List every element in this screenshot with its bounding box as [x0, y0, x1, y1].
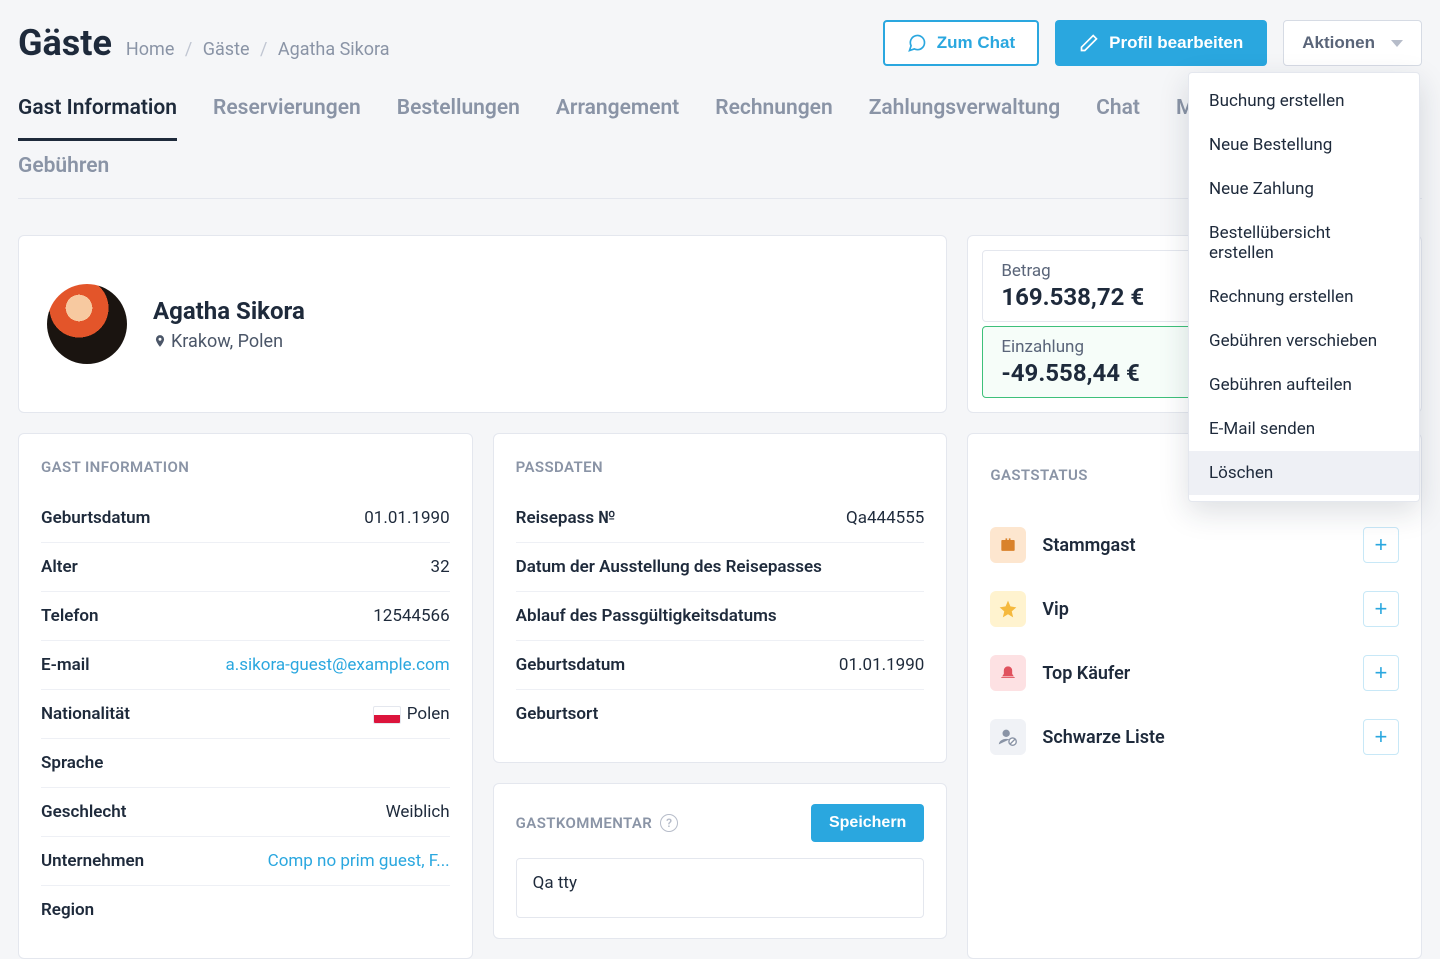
flag-pl-icon [373, 706, 401, 724]
dropdown-item-bestellübersicht-erstellen[interactable]: Bestellübersicht erstellen [1189, 211, 1419, 275]
tab-gast-information[interactable]: Gast Information [18, 96, 177, 141]
add-vip-button[interactable]: + [1363, 591, 1399, 627]
suitcase-icon [990, 527, 1026, 563]
add-stammgast-button[interactable]: + [1363, 527, 1399, 563]
guest-comment-card: GASTKOMMENTAR ? Speichern Qa tty [493, 783, 948, 939]
breadcrumb: Home / Gäste / Agatha Sikora [126, 39, 390, 60]
guest-info-card: GAST INFORMATION Geburtsdatum01.01.1990 … [18, 433, 473, 959]
dropdown-item-gebühren-aufteilen[interactable]: Gebühren aufteilen [1189, 363, 1419, 407]
star-icon [990, 591, 1026, 627]
tab-reservierungen[interactable]: Reservierungen [213, 96, 361, 141]
actions-dropdown: Buchung erstellenNeue BestellungNeue Zah… [1188, 72, 1420, 502]
status-row-top-käufer: Top Käufer+ [990, 641, 1399, 705]
page-title: Gäste [18, 22, 112, 64]
add-schwarze-liste-button[interactable]: + [1363, 719, 1399, 755]
user-block-icon [990, 719, 1026, 755]
guest-company[interactable]: Comp no prim guest, F... [268, 851, 450, 871]
save-comment-button[interactable]: Speichern [811, 804, 924, 842]
dropdown-item-gebühren-verschieben[interactable]: Gebühren verschieben [1189, 319, 1419, 363]
dropdown-item-e-mail-senden[interactable]: E-Mail senden [1189, 407, 1419, 451]
dropdown-item-rechnung-erstellen[interactable]: Rechnung erstellen [1189, 275, 1419, 319]
pencil-icon [1079, 33, 1099, 53]
tab-zahlungsverwaltung[interactable]: Zahlungsverwaltung [869, 96, 1060, 141]
add-top-käufer-button[interactable]: + [1363, 655, 1399, 691]
guest-name: Agatha Sikora [153, 297, 305, 325]
guest-gender: Weiblich [386, 802, 450, 822]
actions-dropdown-button[interactable]: Aktionen [1283, 20, 1422, 66]
breadcrumb-guests[interactable]: Gäste [203, 39, 250, 60]
guest-birthdate: 01.01.1990 [364, 508, 449, 528]
breadcrumb-current: Agatha Sikora [278, 39, 390, 60]
to-chat-button[interactable]: Zum Chat [883, 20, 1039, 66]
dropdown-item-neue-zahlung[interactable]: Neue Zahlung [1189, 167, 1419, 211]
dropdown-item-löschen[interactable]: Löschen [1189, 451, 1419, 495]
avatar [47, 284, 127, 364]
tab-chat[interactable]: Chat [1096, 96, 1140, 141]
bell-icon [990, 655, 1026, 691]
tab-bestellungen[interactable]: Bestellungen [397, 96, 520, 141]
pin-icon [153, 334, 167, 348]
status-row-schwarze-liste: Schwarze Liste+ [990, 705, 1399, 769]
guest-age: 32 [431, 557, 450, 577]
tab-gebühren[interactable]: Gebühren [18, 154, 109, 199]
help-icon[interactable]: ? [660, 814, 678, 832]
breadcrumb-home[interactable]: Home [126, 39, 174, 60]
passport-number: Qa444555 [846, 508, 924, 528]
tab-arrangement[interactable]: Arrangement [556, 96, 679, 141]
chat-icon [907, 33, 927, 53]
guest-nationality: Polen [373, 704, 450, 724]
edit-profile-button[interactable]: Profil bearbeiten [1055, 20, 1267, 66]
profile-card: Agatha Sikora Krakow, Polen [18, 235, 947, 413]
passport-card: PASSDATEN Reisepass №Qa444555 Datum der … [493, 433, 948, 763]
passport-birthdate: 01.01.1990 [839, 655, 924, 675]
comment-textarea[interactable]: Qa tty [516, 858, 925, 918]
dropdown-item-neue-bestellung[interactable]: Neue Bestellung [1189, 123, 1419, 167]
guest-phone: 12544566 [373, 606, 449, 626]
tab-rechnungen[interactable]: Rechnungen [715, 96, 832, 141]
status-row-stammgast: Stammgast+ [990, 513, 1399, 577]
guest-email[interactable]: a.sikora-guest@example.com [226, 655, 450, 675]
dropdown-item-buchung-erstellen[interactable]: Buchung erstellen [1189, 79, 1419, 123]
status-row-vip: Vip+ [990, 577, 1399, 641]
guest-location: Krakow, Polen [153, 331, 305, 352]
guest-status-card: GASTSTATUS + hinzufügen Stammgast+Vip+To… [967, 433, 1422, 959]
chevron-down-icon [1391, 40, 1403, 47]
